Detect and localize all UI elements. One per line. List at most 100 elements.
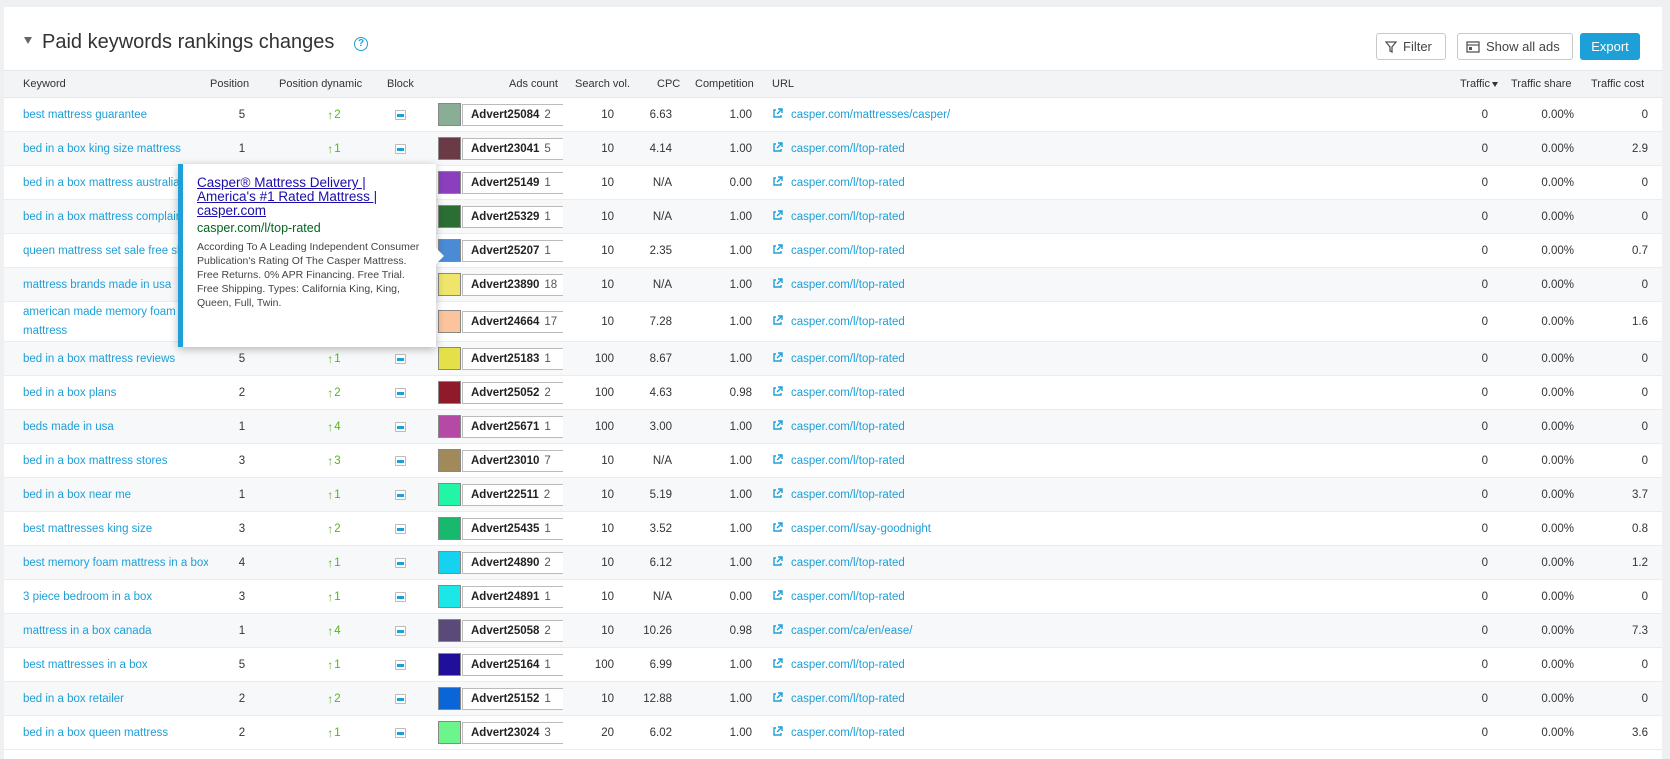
block-cell[interactable]: [388, 682, 412, 715]
keyword-link[interactable]: best mattresses king size: [23, 512, 208, 545]
ads-count-cell[interactable]: Advert25164 1: [438, 648, 563, 681]
url-link[interactable]: casper.com/l/top-rated: [791, 387, 905, 399]
keyword-link[interactable]: bed in a box queen mattress: [23, 716, 208, 749]
advert-box[interactable]: Advert25183 1: [462, 347, 563, 370]
url-cell[interactable]: casper.com/l/top-rated: [772, 132, 1332, 165]
col-competition[interactable]: Competition: [695, 71, 754, 98]
table-row[interactable]: bed in a box mattress stores 3 ↑ 3 Advert230…: [4, 444, 1666, 478]
ads-count-cell[interactable]: Advert24890 2: [438, 546, 563, 579]
block-cell[interactable]: [388, 614, 412, 647]
block-cell[interactable]: [388, 648, 412, 681]
external-link-icon[interactable]: [772, 351, 783, 366]
table-row[interactable]: best memory foam mattress in a box 4 ↑ 1 Adv…: [4, 546, 1666, 580]
url-cell[interactable]: casper.com/l/top-rated: [772, 682, 1332, 715]
ads-count-cell[interactable]: Advert25052 2: [438, 376, 563, 409]
block-cell[interactable]: [388, 546, 412, 579]
col-url[interactable]: URL: [772, 71, 794, 98]
url-link[interactable]: casper.com/l/say-goodnight: [791, 523, 931, 535]
col-block[interactable]: Block: [387, 71, 414, 98]
external-link-icon[interactable]: [772, 623, 783, 638]
ads-count-cell[interactable]: Advert25084 2: [438, 98, 563, 131]
url-cell[interactable]: casper.com/l/top-rated: [772, 342, 1332, 375]
advert-box[interactable]: Advert23024 3: [462, 721, 563, 744]
url-cell[interactable]: casper.com/l/top-rated: [772, 234, 1332, 267]
url-cell[interactable]: casper.com/l/top-rated: [772, 200, 1332, 233]
col-position-dynamic[interactable]: Position dynamic: [279, 71, 362, 98]
table-row[interactable]: mattress in a box canada 1 ↑ 4 Advert25058 2 1…: [4, 614, 1666, 648]
advert-box[interactable]: Advert25052 2: [462, 381, 563, 404]
url-cell[interactable]: casper.com/l/top-rated: [772, 268, 1332, 301]
filter-button[interactable]: Filter: [1376, 33, 1446, 60]
table-row[interactable]: bed in a box queen mattress 2 ↑ 1 Advert2302…: [4, 716, 1666, 750]
url-link[interactable]: casper.com/l/top-rated: [791, 279, 905, 291]
url-cell[interactable]: casper.com/l/top-rated: [772, 478, 1332, 511]
advert-box[interactable]: Advert24664 17: [462, 310, 563, 333]
external-link-icon[interactable]: [772, 243, 783, 258]
ad-preview-title[interactable]: Casper® Mattress Delivery | America's #1…: [197, 176, 424, 218]
ads-count-cell[interactable]: Advert25149 1: [438, 166, 563, 199]
external-link-icon[interactable]: [772, 453, 783, 468]
ads-count-cell[interactable]: Advert25152 1: [438, 682, 563, 715]
external-link-icon[interactable]: [772, 385, 783, 400]
table-row[interactable]: bed in a box mattress reviews 5 ↑ 1 Advert25…: [4, 342, 1666, 376]
block-cell[interactable]: [388, 580, 412, 613]
table-row[interactable]: bed in a box plans 2 ↑ 2 Advert25052 2 100 4.63…: [4, 376, 1666, 410]
block-cell[interactable]: [388, 98, 412, 131]
collapse-caret-icon[interactable]: [24, 37, 32, 44]
advert-box[interactable]: Advert25084 2: [462, 103, 563, 126]
url-link[interactable]: casper.com/l/top-rated: [791, 245, 905, 257]
advert-box[interactable]: Advert23041 5: [462, 137, 563, 160]
block-cell[interactable]: [388, 376, 412, 409]
advert-box[interactable]: Advert23890 18: [462, 273, 563, 296]
block-cell[interactable]: [388, 512, 412, 545]
url-link[interactable]: casper.com/l/top-rated: [791, 177, 905, 189]
advert-box[interactable]: Advert25329 1: [462, 205, 563, 228]
external-link-icon[interactable]: [772, 277, 783, 292]
url-cell[interactable]: casper.com/l/top-rated: [772, 410, 1332, 443]
url-cell[interactable]: casper.com/l/top-rated: [772, 166, 1332, 199]
block-cell[interactable]: [388, 716, 412, 749]
col-traffic-cost[interactable]: Traffic cost: [1591, 71, 1644, 98]
url-cell[interactable]: casper.com/ca/en/ease/: [772, 614, 1332, 647]
ads-count-cell[interactable]: Advert22511 2: [438, 478, 563, 511]
external-link-icon[interactable]: [772, 725, 783, 740]
url-link[interactable]: casper.com/l/top-rated: [791, 455, 905, 467]
external-link-icon[interactable]: [772, 175, 783, 190]
keyword-link[interactable]: mattress in a box canada: [23, 614, 208, 647]
url-cell[interactable]: casper.com/l/top-rated: [772, 546, 1332, 579]
url-cell[interactable]: casper.com/l/top-rated: [772, 716, 1332, 749]
table-row[interactable]: beds made in usa 1 ↑ 4 Advert25671 1 100 3.00 1.…: [4, 410, 1666, 444]
external-link-icon[interactable]: [772, 555, 783, 570]
ads-count-cell[interactable]: Advert23010 7: [438, 444, 563, 477]
ads-count-cell[interactable]: Advert24664 17: [438, 302, 563, 341]
url-link[interactable]: casper.com/ca/en/ease/: [791, 625, 912, 637]
keyword-link[interactable]: bed in a box plans: [23, 376, 208, 409]
advert-box[interactable]: Advert25164 1: [462, 653, 563, 676]
export-button[interactable]: Export: [1580, 33, 1640, 60]
ads-count-cell[interactable]: Advert25207 1: [438, 234, 563, 267]
url-cell[interactable]: casper.com/l/top-rated: [772, 648, 1332, 681]
advert-box[interactable]: Advert25435 1: [462, 517, 563, 540]
ads-count-cell[interactable]: Advert25435 1: [438, 512, 563, 545]
url-cell[interactable]: casper.com/l/top-rated: [772, 580, 1332, 613]
url-cell[interactable]: casper.com/mattresses/casper/: [772, 98, 1332, 131]
url-link[interactable]: casper.com/l/top-rated: [791, 316, 905, 328]
block-cell[interactable]: [388, 444, 412, 477]
url-link[interactable]: casper.com/l/top-rated: [791, 353, 905, 365]
table-row[interactable]: bed in a box near me 1 ↑ 1 Advert22511 2 10 5.1…: [4, 478, 1666, 512]
keyword-link[interactable]: beds made in usa: [23, 410, 208, 443]
table-row[interactable]: best mattress guarantee 5 ↑ 2 Advert25084 2 10…: [4, 98, 1666, 132]
url-link[interactable]: casper.com/l/top-rated: [791, 591, 905, 603]
keyword-link[interactable]: best mattresses in a box: [23, 648, 208, 681]
external-link-icon[interactable]: [772, 419, 783, 434]
keyword-link[interactable]: bed in a box king size mattress: [23, 132, 208, 165]
advert-box[interactable]: Advert25149 1: [462, 171, 563, 194]
table-row[interactable]: 3 piece bedroom in a box 3 ↑ 1 Advert24891 1 1…: [4, 580, 1666, 614]
external-link-icon[interactable]: [772, 589, 783, 604]
block-cell[interactable]: [388, 478, 412, 511]
external-link-icon[interactable]: [772, 521, 783, 536]
external-link-icon[interactable]: [772, 314, 783, 329]
table-row[interactable]: best mattresses king size 3 ↑ 2 Advert25435 1…: [4, 512, 1666, 546]
table-row[interactable]: bed in a box retailer 2 ↑ 2 Advert25152 1 10 12…: [4, 682, 1666, 716]
help-icon[interactable]: ?: [354, 37, 368, 51]
